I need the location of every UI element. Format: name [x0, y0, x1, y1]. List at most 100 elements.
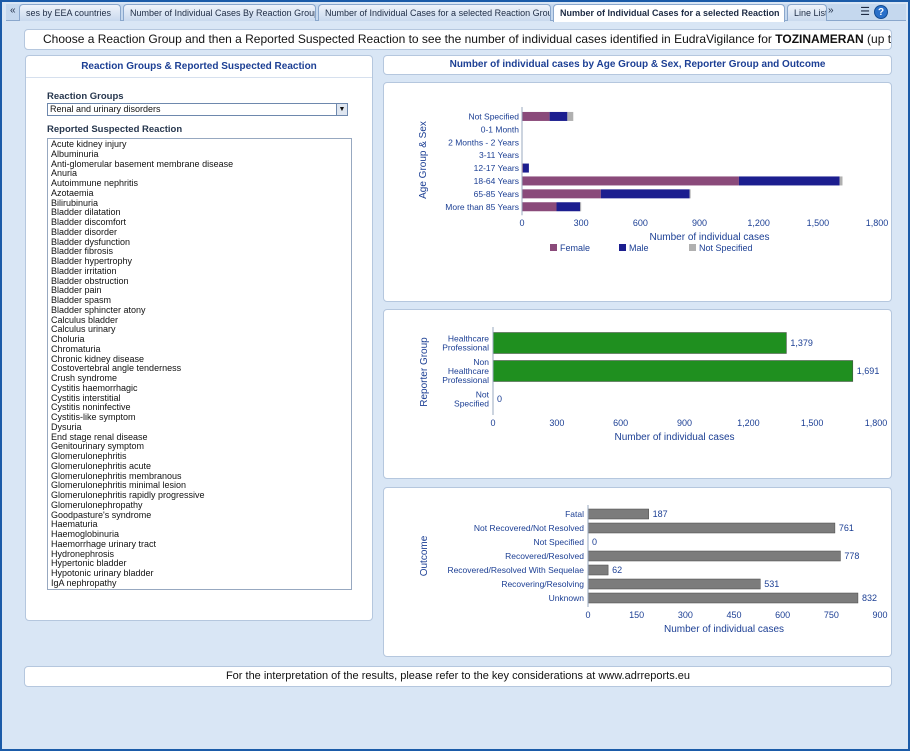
category-label: Professional — [442, 343, 489, 353]
x-tick-label: 450 — [726, 610, 741, 620]
legend-label: Female — [560, 243, 590, 253]
bar-male — [600, 189, 690, 199]
category-label: Fatal — [565, 509, 584, 519]
age-sex-chart-panel: Age Group & Sex Not Specified 0-1 Month 2 M… — [383, 82, 892, 302]
category-label: 65-85 Years — [474, 189, 519, 199]
reporter-group-chart: Reporter Group HealthcareProfessional 1,37… — [419, 327, 888, 443]
category-label: 0-1 Month — [481, 124, 520, 134]
y-axis-label: Reporter Group — [419, 337, 430, 407]
category-label: Recovering/Resolving — [501, 579, 584, 589]
x-tick-label: 600 — [613, 418, 628, 428]
tab-scroll-right-button[interactable]: » — [828, 5, 834, 16]
category-label: 2 Months - 2 Years — [448, 137, 519, 147]
bar — [587, 578, 761, 590]
category-label: Unknown — [549, 593, 585, 603]
outcome-chart: Outcome Fatal 187 Not Recovered/Not Resolve… — [419, 505, 888, 635]
bar — [587, 564, 609, 576]
tab-line-listing[interactable]: Line Listi — [787, 4, 827, 21]
bar-female — [522, 189, 601, 199]
category-label: 12-17 Years — [474, 163, 519, 173]
bar — [587, 592, 859, 604]
x-tick-label: 600 — [633, 218, 648, 228]
reaction-list-item[interactable]: Cystitis-like symptom — [51, 412, 351, 423]
category-label: 18-64 Years — [474, 176, 519, 186]
reaction-group-select[interactable]: Renal and urinary disorders ▼ — [47, 103, 348, 116]
reaction-panel-title: Reaction Groups & Reported Suspected Rea… — [26, 56, 372, 78]
x-tick-label: 750 — [824, 610, 839, 620]
x-axis-label: Number of individual cases — [614, 432, 734, 443]
value-label: 0 — [592, 537, 597, 547]
reaction-list-item[interactable]: Anti-glomerular basement membrane diseas… — [51, 159, 351, 170]
category-label: More than 85 Years — [445, 202, 519, 212]
bar-female — [522, 202, 557, 212]
x-tick-label: 300 — [549, 418, 564, 428]
reaction-list-item[interactable]: IgA nephropathy — [51, 578, 351, 589]
banner-text-suffix: (up to 28/08/2021 — [867, 32, 892, 46]
x-tick-label: 300 — [678, 610, 693, 620]
category-label: 3-11 Years — [479, 150, 519, 160]
banner-product: TOZINAMERAN — [775, 32, 864, 46]
y-axis-label: Outcome — [419, 535, 430, 576]
reported-reaction-label: Reported Suspected Reaction — [47, 124, 183, 135]
category-label: Not Recovered/Not Resolved — [474, 523, 584, 533]
chevron-down-icon[interactable]: ▼ — [336, 104, 347, 115]
bar-female — [522, 176, 739, 186]
value-label: 1,379 — [790, 338, 813, 348]
x-tick-label: 900 — [677, 418, 692, 428]
value-label: 0 — [497, 394, 502, 404]
reaction-group-value: Renal and urinary disorders — [50, 104, 161, 114]
category-label: Specified — [454, 399, 489, 409]
bar-male — [549, 111, 568, 121]
x-tick-label: 1,200 — [747, 218, 770, 228]
x-tick-label: 1,800 — [866, 218, 889, 228]
x-tick-label: 900 — [692, 218, 707, 228]
x-tick-label: 0 — [519, 218, 524, 228]
footer-note: For the interpretation of the results, p… — [24, 666, 892, 687]
tab-cases-selected-reaction-group[interactable]: Number of Individual Cases for a selecte… — [318, 4, 551, 21]
reaction-list-item[interactable]: Calculus urinary — [51, 324, 351, 335]
age-sex-chart: Age Group & Sex Not Specified 0-1 Month 2 M… — [418, 107, 889, 253]
value-label: 778 — [844, 551, 859, 561]
bar — [587, 508, 649, 520]
legend-swatch — [619, 244, 626, 251]
tab-cases-by-eea-countries[interactable]: ses by EEA countries — [19, 4, 121, 21]
category-label: Not Specified — [468, 111, 519, 121]
tab-list-icon[interactable]: ☰ — [860, 5, 870, 18]
tab-scroll-left-button[interactable]: « — [10, 5, 16, 16]
banner-text-prefix: Choose a Reaction Group and then a Repor… — [43, 32, 776, 46]
legend-label: Not Specified — [699, 243, 753, 253]
value-label: 832 — [862, 593, 877, 603]
bar-male — [556, 202, 581, 212]
instruction-banner: Choose a Reaction Group and then a Repor… — [24, 29, 892, 50]
category-label: Recovered/Resolved With Sequelae — [447, 565, 584, 575]
help-icon[interactable]: ? — [874, 5, 888, 19]
outcome-chart-panel: Outcome Fatal 187 Not Recovered/Not Resolve… — [383, 487, 892, 657]
x-axis-label: Number of individual cases — [664, 624, 784, 635]
value-label: 531 — [764, 579, 779, 589]
bar-female — [522, 111, 550, 121]
x-tick-label: 0 — [585, 610, 590, 620]
x-tick-label: 600 — [775, 610, 790, 620]
tab-cases-by-reaction-groups[interactable]: Number of Individual Cases By Reaction G… — [123, 4, 316, 21]
x-tick-label: 300 — [574, 218, 589, 228]
category-label: Professional — [442, 375, 489, 385]
bar — [587, 550, 841, 562]
bar-male — [738, 176, 840, 186]
reaction-selection-panel: Reaction Groups & Reported Suspected Rea… — [25, 55, 373, 621]
reaction-list-item[interactable]: Autoimmune nephritis — [51, 178, 351, 189]
legend-swatch — [689, 244, 696, 251]
bar-not-specified — [689, 189, 691, 199]
bar — [492, 360, 854, 382]
reaction-list[interactable]: Acute kidney injury Albuminuria Anti-glome… — [47, 138, 352, 590]
tab-cases-selected-reaction[interactable]: Number of Individual Cases for a selecte… — [553, 4, 785, 22]
bar-not-specified — [580, 202, 582, 212]
y-axis-label: Age Group & Sex — [418, 121, 429, 199]
category-label: Recovered/Resolved — [505, 551, 584, 561]
reporter-chart-panel: Reporter Group Healthcare Professional 1,37… — [383, 309, 892, 479]
x-tick-label: 1,500 — [807, 218, 830, 228]
x-tick-label: 0 — [490, 418, 495, 428]
x-tick-label: 1,200 — [737, 418, 760, 428]
x-tick-label: 1,800 — [865, 418, 888, 428]
value-label: 761 — [839, 523, 854, 533]
x-axis-label: Number of individual cases — [649, 232, 769, 243]
